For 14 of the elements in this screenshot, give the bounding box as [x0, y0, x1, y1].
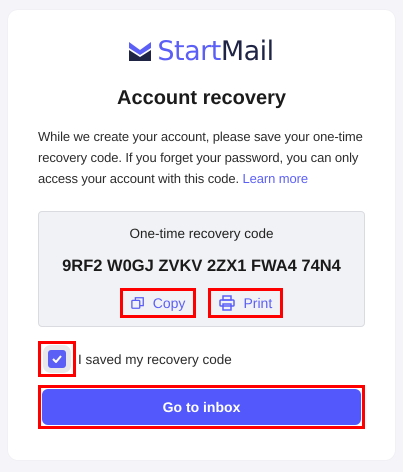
printer-icon	[219, 295, 236, 311]
learn-more-link[interactable]: Learn more	[242, 171, 308, 186]
page-title: Account recovery	[116, 87, 287, 110]
code-label: One-time recovery code	[129, 226, 274, 241]
checkbox-label: I saved my recovery code	[78, 352, 232, 366]
checkmark-icon	[52, 355, 62, 363]
copy-button[interactable]: Copy	[120, 288, 196, 318]
print-button[interactable]: Print	[208, 288, 284, 318]
copy-icon	[130, 296, 145, 310]
go-to-inbox-button[interactable]: Go to inbox	[42, 389, 361, 425]
envelope-icon	[129, 42, 152, 61]
recovery-code: 9RF2 W0GJ ZVKV 2ZX1 FWA4 74N4	[62, 257, 341, 276]
intro-paragraph: While we create your account, please save your one-time recovery code. If you forget your password, you can only access your account with this code. Learn more	[38, 128, 364, 188]
logo-wordmark: StartMail	[157, 36, 274, 67]
